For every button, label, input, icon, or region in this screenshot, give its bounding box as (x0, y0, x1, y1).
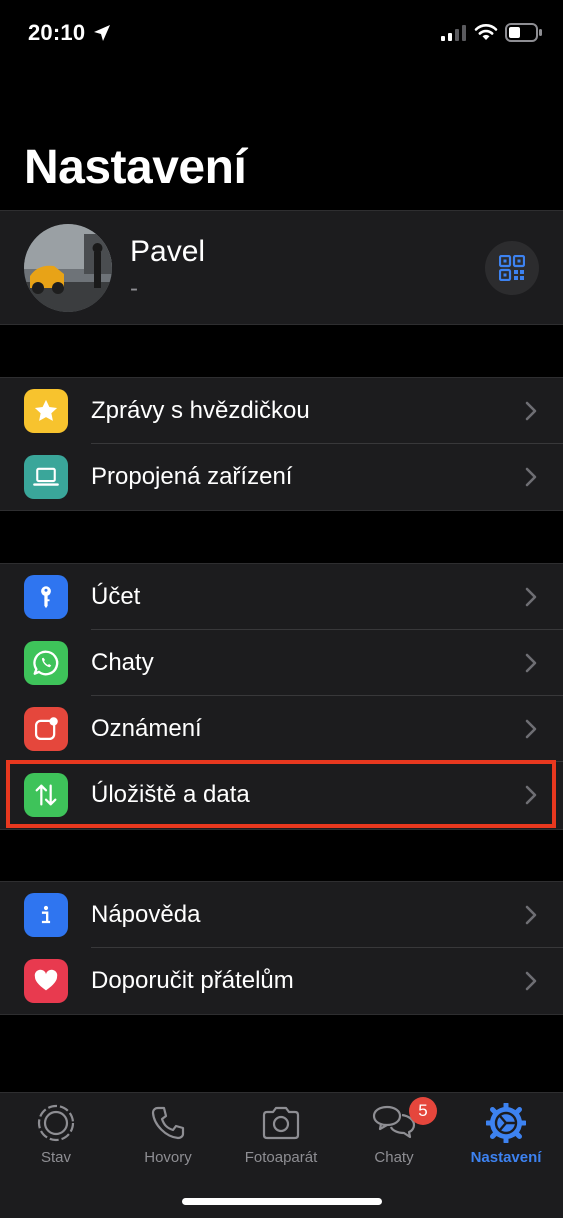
chevron-right-icon (525, 587, 537, 607)
row-chats[interactable]: Chaty (0, 630, 563, 696)
chevron-right-icon (525, 719, 537, 739)
row-label: Zprávy s hvězdičkou (91, 397, 310, 424)
row-tell-friend[interactable]: Doporučit přátelům (0, 948, 563, 1014)
profile-status: - (130, 275, 138, 302)
star-icon (24, 389, 68, 433)
camera-icon (262, 1106, 300, 1140)
settings-icon (486, 1103, 526, 1143)
avatar[interactable] (24, 224, 112, 312)
whatsapp-icon (24, 641, 68, 685)
row-label: Oznámení (91, 715, 202, 742)
status-time: 20:10 (28, 20, 86, 45)
page-title: Nastavení (24, 141, 247, 194)
chevron-right-icon (525, 971, 537, 991)
chevron-right-icon (525, 467, 537, 487)
tab-label: Hovory (144, 1149, 192, 1166)
tab-status[interactable]: Stav (0, 1093, 112, 1183)
tab-label: Nastavení (470, 1149, 542, 1166)
notification-icon (24, 707, 68, 751)
row-linked-devices[interactable]: Propojená zařízení (0, 444, 563, 510)
profile-name: Pavel (130, 235, 206, 268)
row-help[interactable]: Nápověda (0, 882, 563, 948)
chevron-right-icon (525, 401, 537, 421)
laptop-icon (24, 455, 68, 499)
profile-card[interactable] (0, 210, 563, 325)
qr-code-button[interactable] (485, 241, 539, 295)
battery-icon (505, 23, 542, 42)
qr-code-icon (499, 255, 525, 281)
row-starred-messages[interactable]: Zprávy s hvězdičkou (0, 378, 563, 444)
row-notifications[interactable]: Oznámení (0, 696, 563, 762)
row-label: Účet (91, 583, 141, 610)
row-label: Chaty (91, 649, 154, 676)
chats-unread-badge: 5 (409, 1097, 437, 1125)
phone-icon (151, 1106, 185, 1140)
status-icon (37, 1104, 75, 1142)
row-label: Propojená zařízení (91, 463, 293, 490)
row-account[interactable]: Účet (0, 564, 563, 630)
tab-camera[interactable]: Fotoaparát (225, 1093, 337, 1183)
chevron-right-icon (525, 653, 537, 673)
tab-settings[interactable]: Nastavení (450, 1093, 562, 1183)
tab-calls[interactable]: Hovory (112, 1093, 224, 1183)
heart-icon (24, 959, 68, 1003)
settings-group-help: Nápověda Doporučit přátelům (0, 881, 563, 1015)
location-arrow-icon (94, 25, 110, 41)
row-label: Nápověda (91, 901, 201, 928)
highlight-frame (6, 760, 556, 828)
home-indicator[interactable] (182, 1198, 382, 1205)
chevron-right-icon (525, 905, 537, 925)
tab-label: Chaty (374, 1149, 414, 1166)
key-icon (24, 575, 68, 619)
cellular-signal-icon (441, 25, 466, 41)
status-bar: 20:10 (0, 0, 563, 70)
wifi-icon (474, 24, 498, 40)
row-label: Doporučit přátelům (91, 967, 294, 994)
tab-label: Stav (40, 1149, 71, 1166)
tab-label: Fotoaparát (244, 1149, 318, 1166)
settings-group-starred-devices: Zprávy s hvězdičkou Propojená zařízení (0, 377, 563, 511)
info-icon (24, 893, 68, 937)
